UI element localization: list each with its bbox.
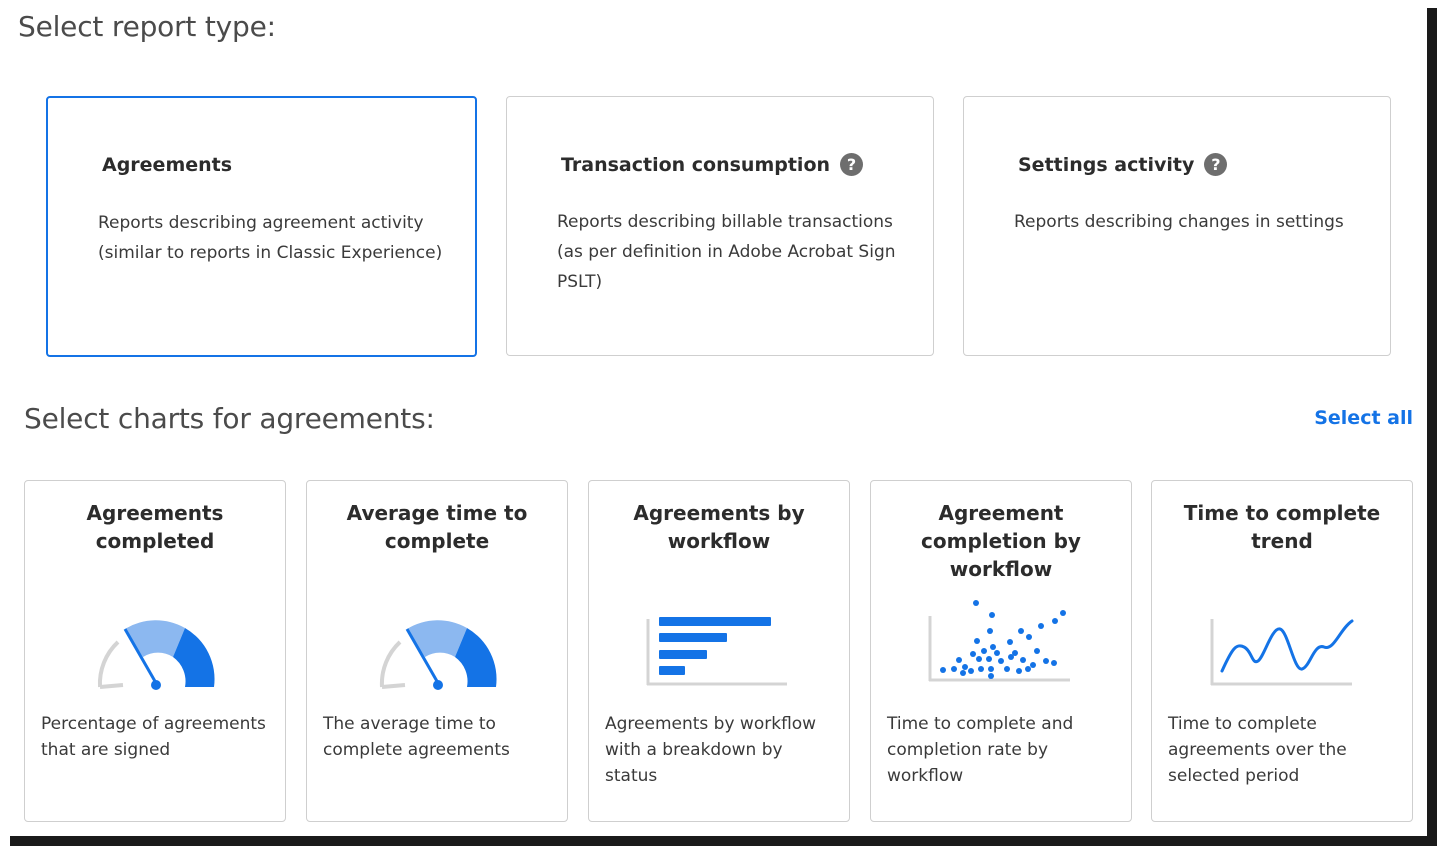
chart-card-description: The average time to complete agreements xyxy=(323,714,510,760)
chart-card-description: Agreements by workflow with a breakdown … xyxy=(605,714,817,786)
frame-shadow xyxy=(10,836,1437,846)
report-card-title-text: Agreements xyxy=(102,154,233,176)
report-card-description: Reports describing agreement activity (s… xyxy=(98,213,443,263)
report-card-title: Settings activity ? xyxy=(1018,153,1228,176)
report-card-transaction-consumption[interactable]: Transaction consumption ? Reports descri… xyxy=(506,96,934,356)
report-type-heading: Select report type: xyxy=(18,10,276,43)
chart-card-title: Agreements by workflow xyxy=(633,501,805,553)
chart-card-description: Percentage of agreements that are signed xyxy=(41,714,266,760)
page: Select report type: Agreements Reports d… xyxy=(0,0,1446,851)
chart-card-agreements-completed[interactable]: Agreements completed Percentage of agree… xyxy=(24,480,286,822)
chart-card-title: Time to complete trend xyxy=(1183,501,1381,553)
report-card-description: Reports describing changes in settings xyxy=(1014,212,1344,232)
charts-heading: Select charts for agreements: xyxy=(24,402,435,435)
chart-card-time-to-complete-trend[interactable]: Time to complete trend Time to complete … xyxy=(1151,480,1413,822)
chart-card-agreements-by-workflow[interactable]: Agreements by workflow Agreements by wor… xyxy=(588,480,850,822)
chart-card-agreement-completion-by-workflow[interactable]: Agreement completion by workflow Time to… xyxy=(870,480,1132,822)
chart-card-title: Agreements completed xyxy=(86,501,224,553)
report-card-title-text: Transaction consumption xyxy=(561,153,831,176)
chart-card-description: Time to complete agreements over the sel… xyxy=(1168,714,1347,786)
report-card-title-text: Settings activity xyxy=(1018,153,1195,176)
line-chart-icon xyxy=(1210,619,1354,686)
chart-card-average-time-to-complete[interactable]: Average time to complete The average tim… xyxy=(306,480,568,822)
chart-card-description: Time to complete and completion rate by … xyxy=(887,714,1074,786)
chart-card-title: Average time to complete xyxy=(346,501,528,553)
scatter-plot-icon xyxy=(928,600,1070,682)
report-card-settings-activity[interactable]: Settings activity ? Reports describing c… xyxy=(963,96,1391,356)
gauge-icon xyxy=(379,620,497,690)
report-card-description: Reports describing billable transactions… xyxy=(557,212,896,292)
select-all-link[interactable]: Select all xyxy=(1314,407,1413,429)
help-icon[interactable]: ? xyxy=(1204,153,1228,176)
chart-card-title: Agreement completion by workflow xyxy=(921,501,1081,581)
bar-chart-icon xyxy=(646,617,787,686)
help-icon[interactable]: ? xyxy=(840,153,864,176)
frame-shadow xyxy=(1427,8,1437,838)
gauge-icon xyxy=(97,620,215,690)
report-card-agreements[interactable]: Agreements Reports describing agreement … xyxy=(46,96,477,357)
report-card-title: Transaction consumption ? xyxy=(561,153,864,176)
content-area: Select report type: Agreements Reports d… xyxy=(0,0,1427,836)
report-card-title: Agreements xyxy=(102,154,232,176)
